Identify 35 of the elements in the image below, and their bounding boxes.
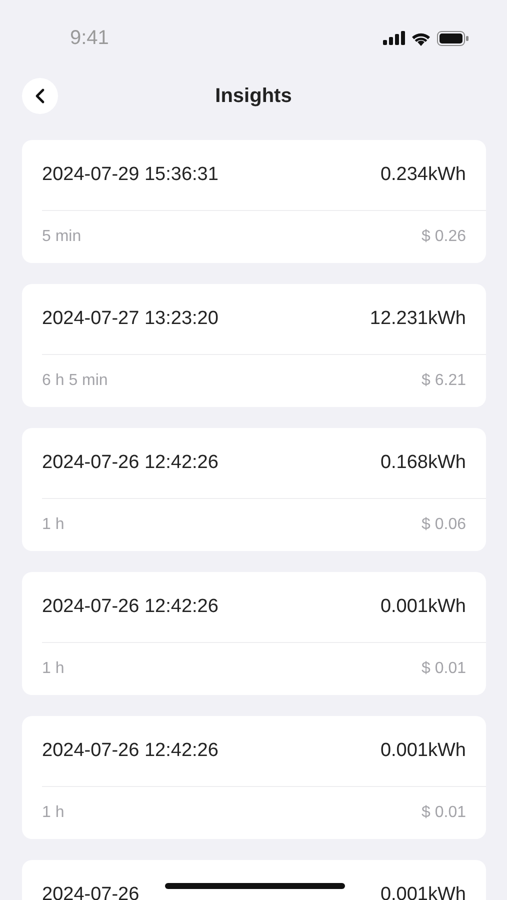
record-card[interactable]: 2024-07-26 12:42:26 0.168kWh 1 h $ 0.06 <box>22 428 486 551</box>
record-datetime: 2024-07-26 12:42:26 <box>42 740 218 762</box>
record-cost: $ 0.01 <box>422 660 466 678</box>
record-energy: 0.001kWh <box>380 884 466 900</box>
record-duration: 1 h <box>42 804 64 822</box>
record-datetime: 2024-07-26 12:42:26 <box>42 596 218 618</box>
record-energy: 0.234kWh <box>380 164 466 186</box>
record-energy: 12.231kWh <box>370 308 466 330</box>
record-card[interactable]: 2024-07-26 12:42:26 0.001kWh 1 h $ 0.01 <box>22 572 486 695</box>
record-datetime: 2024-07-26 12:42:26 <box>42 452 218 474</box>
record-energy: 0.001kWh <box>380 596 466 618</box>
battery-icon <box>437 30 469 46</box>
record-card[interactable]: 2024-07-29 15:36:31 0.234kWh 5 min $ 0.26 <box>22 140 486 263</box>
signal-icon <box>383 31 405 45</box>
record-duration: 5 min <box>42 228 82 246</box>
record-energy: 0.001kWh <box>380 740 466 762</box>
record-datetime: 2024-07-26 <box>42 884 140 900</box>
record-cost: $ 0.06 <box>422 516 466 534</box>
chevron-left-icon <box>35 88 45 104</box>
record-card[interactable]: 2024-07-26 0.001kWh <box>22 860 486 900</box>
record-cost: $ 0.01 <box>422 804 466 822</box>
record-datetime: 2024-07-29 15:36:31 <box>42 164 218 186</box>
page-title: Insights <box>215 84 292 108</box>
record-duration: 1 h <box>42 660 64 678</box>
status-time: 9:41 <box>70 26 109 50</box>
record-energy: 0.168kWh <box>380 452 466 474</box>
record-cost: $ 0.26 <box>422 228 466 246</box>
record-card[interactable]: 2024-07-26 12:42:26 0.001kWh 1 h $ 0.01 <box>22 716 486 839</box>
record-duration: 6 h 5 min <box>42 372 108 390</box>
record-card[interactable]: 2024-07-27 13:23:20 12.231kWh 6 h 5 min $ 6.21 <box>22 284 486 407</box>
wifi-icon <box>411 30 431 46</box>
record-duration: 1 h <box>42 516 64 534</box>
record-cost: $ 6.21 <box>422 372 466 390</box>
back-button[interactable] <box>22 78 58 114</box>
record-datetime: 2024-07-27 13:23:20 <box>42 308 218 330</box>
